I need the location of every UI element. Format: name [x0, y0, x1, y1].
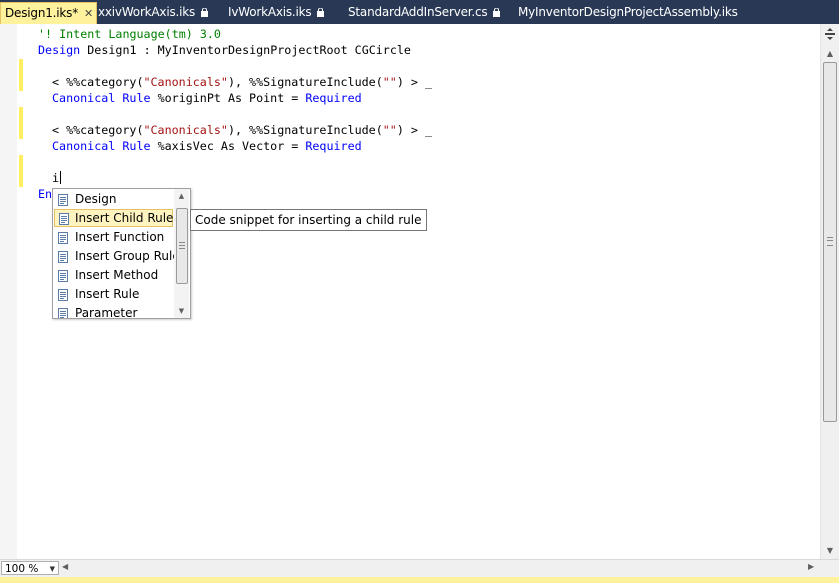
snippet-icon: [58, 213, 70, 225]
completion-item[interactable]: Design: [54, 190, 173, 208]
document-tab-strip: Design1.iks* ✕ xxivWorkAxis.iks IvWorkAxi…: [0, 0, 839, 25]
keyword: En: [38, 187, 53, 201]
grip-icon: [179, 242, 185, 243]
code-text: Design1 : MyInventorDesignProjectRoot CG…: [80, 43, 411, 57]
zoom-dropdown[interactable]: 100 % ▼: [1, 561, 59, 575]
string-literal: "Canonicals": [143, 75, 228, 89]
lock-icon: [201, 8, 209, 17]
grip-icon: [827, 237, 833, 246]
scroll-thumb[interactable]: [176, 208, 188, 284]
zoom-value: 100 %: [5, 563, 39, 575]
keyword: Design: [38, 43, 81, 57]
completion-item[interactable]: Insert Function: [54, 228, 173, 246]
string-literal: "": [382, 75, 397, 89]
keyword: Rule: [122, 139, 151, 153]
typed-text: i: [52, 171, 60, 185]
completion-item-label: Parameter: [75, 306, 138, 319]
code-text: ) > _: [396, 123, 433, 137]
text-caret: [60, 171, 62, 184]
scroll-left-arrow-icon[interactable]: ◀: [62, 562, 68, 571]
completion-item[interactable]: Insert Method: [54, 266, 173, 284]
code-line: En: [38, 186, 52, 202]
completion-item-label: Insert Function: [75, 230, 165, 244]
snippet-icon: [57, 269, 69, 282]
status-strip: [0, 577, 839, 583]
editor-bottom-bar: 100 % ▼ ◀ ▶: [0, 559, 839, 577]
keyword: Rule: [122, 91, 151, 105]
code-text: %axisVec As Vector =: [150, 139, 306, 153]
tab-standardaddinserver[interactable]: StandardAddInServer.cs: [348, 2, 501, 23]
keyword: Required: [305, 139, 362, 153]
snippet-icon: [57, 193, 69, 206]
code-text: ), %%SignatureInclude(: [227, 123, 383, 137]
grip-icon: [179, 245, 185, 246]
completion-item[interactable]: Parameter: [54, 304, 173, 319]
code-line: '! Intent Language(tm) 3.0: [38, 26, 221, 42]
code-text: %originPt As Point =: [150, 91, 306, 105]
keyword: Canonical: [52, 91, 116, 105]
lock-icon: [493, 8, 501, 17]
code-line: i: [52, 170, 62, 186]
tab-xxivworkaxis[interactable]: xxivWorkAxis.iks: [98, 2, 209, 23]
tab-label: IvWorkAxis.iks: [228, 5, 312, 19]
completion-item-selected[interactable]: Insert Child Rule: [54, 209, 173, 227]
editor-margin: [0, 24, 17, 559]
snippet-icon: [57, 307, 69, 318]
scroll-up-arrow-icon[interactable]: ▲: [174, 192, 189, 200]
vertical-scrollbar[interactable]: ▲ ▼: [820, 24, 839, 559]
code-text: < %%category(: [52, 123, 144, 137]
close-tab-icon[interactable]: ✕: [84, 7, 93, 20]
tab-label: StandardAddInServer.cs: [348, 5, 488, 19]
scroll-up-arrow-icon[interactable]: ▲: [821, 46, 839, 62]
comment-text: '! Intent Language(tm) 3.0: [38, 27, 221, 41]
split-window-icon[interactable]: [823, 26, 837, 40]
change-marker: [19, 155, 23, 187]
scroll-down-arrow-icon[interactable]: ▼: [821, 543, 839, 559]
tab-label: Design1.iks*: [5, 6, 79, 20]
code-text: < %%category(: [52, 75, 144, 89]
code-line: Design Design1 : MyInventorDesignProject…: [38, 42, 411, 58]
completion-list[interactable]: Design Insert Child Rule Insert Function…: [52, 188, 191, 319]
completion-item-label: Design: [75, 192, 117, 206]
keyword: Canonical: [52, 139, 116, 153]
snippet-icon: [57, 231, 69, 244]
code-line: < %%category("Canonicals"), %%SignatureI…: [52, 74, 432, 90]
string-literal: "": [382, 123, 397, 137]
change-marker: [19, 59, 23, 91]
completion-item[interactable]: Insert Group Rule: [54, 247, 180, 265]
scroll-down-arrow-icon[interactable]: ▼: [174, 307, 189, 315]
code-line: < %%category("Canonicals"), %%SignatureI…: [52, 122, 432, 138]
code-line: Canonical Rule %originPt As Point = Requ…: [52, 90, 362, 106]
completion-item-label: Insert Rule: [75, 287, 140, 301]
change-marker: [19, 107, 23, 139]
tab-label: xxivWorkAxis.iks: [98, 5, 196, 19]
tab-label: MyInventorDesignProjectAssembly.iks: [518, 5, 738, 19]
scroll-thumb[interactable]: [823, 62, 837, 422]
code-text: ), %%SignatureInclude(: [227, 75, 383, 89]
grip-icon: [179, 248, 185, 249]
keyword: Required: [305, 91, 362, 105]
scroll-right-arrow-icon[interactable]: ▶: [808, 562, 814, 571]
tab-design1[interactable]: Design1.iks* ✕: [0, 2, 98, 25]
completion-item-label: Insert Child Rule: [75, 211, 174, 225]
tab-ivworkaxis[interactable]: IvWorkAxis.iks: [228, 2, 325, 23]
string-literal: "Canonicals": [143, 123, 228, 137]
chevron-down-icon: ▼: [49, 565, 55, 573]
snippet-icon: [57, 250, 69, 263]
lock-icon: [317, 8, 325, 17]
code-text: ) > _: [396, 75, 433, 89]
completion-item[interactable]: Insert Rule: [54, 285, 173, 303]
completion-item-label: Insert Group Rule: [75, 249, 180, 263]
snippet-icon: [57, 288, 69, 301]
tab-myinventordesignprojectassembly[interactable]: MyInventorDesignProjectAssembly.iks: [518, 2, 738, 23]
completion-scrollbar[interactable]: ▲ ▼: [174, 189, 189, 318]
completion-item-label: Insert Method: [75, 268, 159, 282]
snippet-tooltip: Code snippet for inserting a child rule: [190, 209, 427, 231]
code-line: Canonical Rule %axisVec As Vector = Requ…: [52, 138, 362, 154]
